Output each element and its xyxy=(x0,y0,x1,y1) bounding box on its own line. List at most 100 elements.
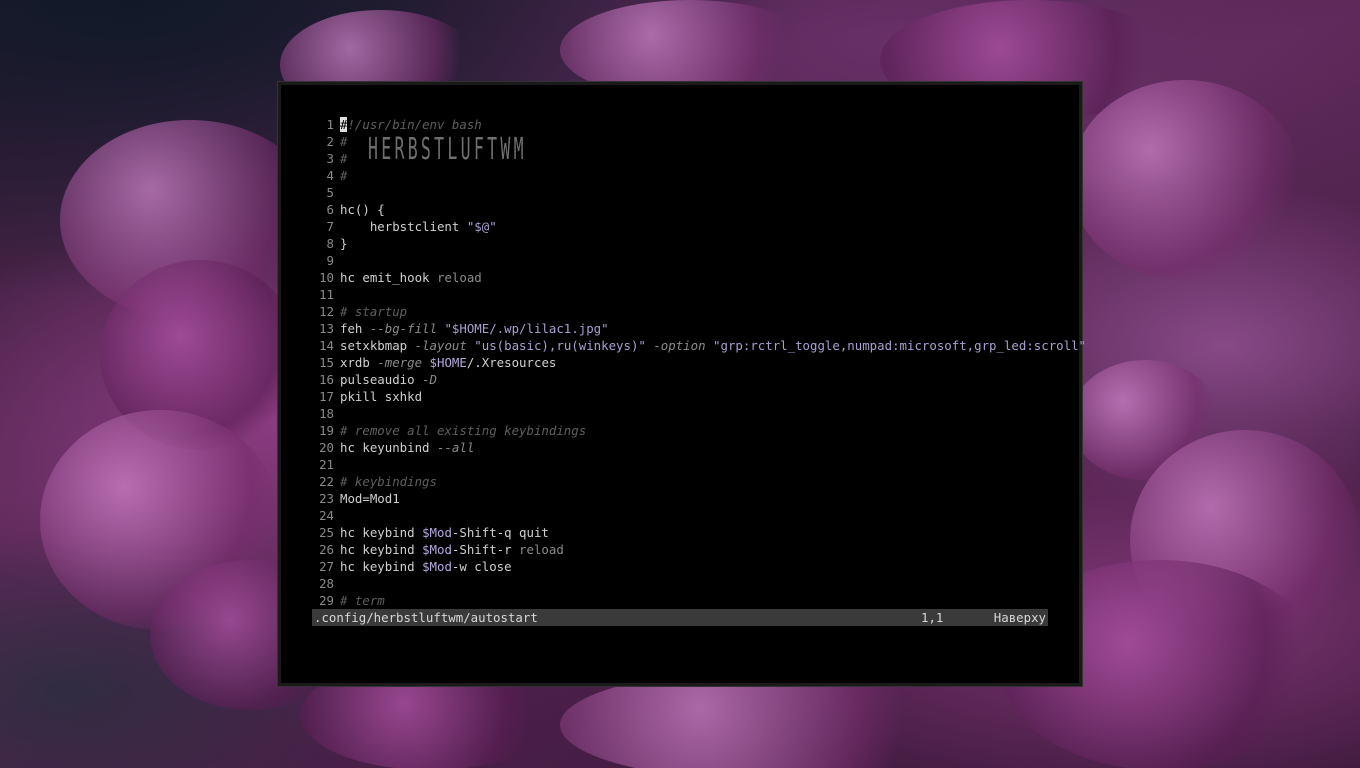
line-number: 4 xyxy=(326,168,334,183)
line-number: 1 xyxy=(326,117,334,132)
keyword: reload xyxy=(436,270,482,285)
variable: $Mod xyxy=(422,525,452,540)
code-line: 17 pkill sxhkd xyxy=(312,388,1048,405)
shebang: !/usr/bin/env bash xyxy=(347,117,482,132)
terminal-window[interactable]: 1 #!/usr/bin/env bash 2 # 3 # HERBSTLUFTWM 4… xyxy=(278,82,1086,686)
code-text: hc emit_hook xyxy=(340,270,437,285)
comment: # remove all existing keybindings xyxy=(340,423,587,438)
code-line: 22 # keybindings xyxy=(312,473,1048,490)
code-text: -Shift-q quit xyxy=(451,525,549,540)
code-line: 1 #!/usr/bin/env bash xyxy=(312,116,1048,133)
code-line: 28 xyxy=(312,575,1048,592)
wallpaper-flower xyxy=(1070,80,1300,280)
code-line: 13 feh --bg-fill "$HOME/.wp/lilac1.jpg" xyxy=(312,320,1048,337)
code-text: /.Xresources xyxy=(466,355,557,370)
line-number: 13 xyxy=(319,321,334,336)
status-cursor-position: 1,1 xyxy=(921,610,944,625)
line-number: 10 xyxy=(319,270,334,285)
line-number: 24 xyxy=(319,508,334,523)
option-flag: --bg-fill xyxy=(369,321,445,336)
code-text: setxkbmap xyxy=(340,338,415,353)
code-line: 8} xyxy=(312,235,1048,252)
code-line: 21 xyxy=(312,456,1048,473)
status-scroll-position: Наверху xyxy=(993,610,1046,625)
variable: $Mod xyxy=(422,542,452,557)
code-line: 15 xrdb -merge $HOME/.Xresources xyxy=(312,354,1048,371)
string-literal: "us(basic),ru(winkeys)" xyxy=(474,338,654,353)
code-line: 12 # startup xyxy=(312,303,1048,320)
line-number: 18 xyxy=(319,406,334,421)
option-flag: -merge xyxy=(377,355,430,370)
string-literal: "$HOME/.wp/lilac1.jpg" xyxy=(444,321,609,336)
option-flag: -option xyxy=(653,338,714,353)
code-text: Mod=Mod1 xyxy=(340,491,400,506)
code-line: 3 # HERBSTLUFTWM xyxy=(312,135,1048,167)
string-literal: "grp:rctrl_toggle,numpad:microsoft,grp_l… xyxy=(713,338,1087,353)
code-line: 25 hc keybind $Mod-Shift-q quit xyxy=(312,524,1048,541)
code-line: 23 Mod=Mod1 xyxy=(312,490,1048,507)
line-number: 29 xyxy=(319,593,334,608)
code-text: -Shift-r xyxy=(451,542,520,557)
code-text: xrdb xyxy=(340,355,378,370)
option-flag: --all xyxy=(436,440,475,455)
line-number: 3 xyxy=(326,151,334,166)
vim-editor-buffer[interactable]: 1 #!/usr/bin/env bash 2 # 3 # HERBSTLUFTWM 4… xyxy=(312,116,1086,609)
line-number: 12 xyxy=(319,304,334,319)
option-flag: -layout xyxy=(414,338,475,353)
code-line: 11 xyxy=(312,286,1048,303)
line-number: 23 xyxy=(319,491,334,506)
code-line: 29 # term xyxy=(312,592,1048,609)
code-text: hc() { xyxy=(340,202,385,217)
line-number: 19 xyxy=(319,423,334,438)
code-line: 9 xyxy=(312,252,1048,269)
comment: # keybindings xyxy=(340,474,437,489)
code-line: 26 hc keybind $Mod-Shift-r reload xyxy=(312,541,1048,558)
line-number: 9 xyxy=(326,253,334,268)
code-text: pkill sxhkd xyxy=(340,389,423,404)
variable: $Mod xyxy=(422,559,452,574)
comment: # xyxy=(340,168,348,183)
line-number: 7 xyxy=(326,219,334,234)
line-number: 2 xyxy=(326,134,334,149)
code-text: hc keybind xyxy=(340,559,423,574)
line-number: 17 xyxy=(319,389,334,404)
code-line: 10 hc emit_hook reload xyxy=(312,269,1048,286)
code-line: 18 xyxy=(312,405,1048,422)
code-text: hc keybind xyxy=(340,525,423,540)
code-line: 4 # xyxy=(312,167,1048,184)
code-text: } xyxy=(340,236,348,251)
line-number: 26 xyxy=(319,542,334,557)
code-line: 7 herbstclient "$@" xyxy=(312,218,1048,235)
line-number: 15 xyxy=(319,355,334,370)
status-file-path: .config/herbstluftwm/autostart xyxy=(314,610,538,625)
code-text: feh xyxy=(340,321,370,336)
code-text: hc keybind xyxy=(340,542,423,557)
code-line: 19 # remove all existing keybindings xyxy=(312,422,1048,439)
variable: $HOME xyxy=(429,355,467,370)
comment: # startup xyxy=(340,304,408,319)
string-literal: "$@" xyxy=(466,219,497,234)
line-number: 20 xyxy=(319,440,334,455)
line-number: 22 xyxy=(319,474,334,489)
code-line: 14 setxkbmap -layout "us(basic),ru(winkey… xyxy=(312,337,1086,354)
keyword: reload xyxy=(519,542,564,557)
code-line: 24 xyxy=(312,507,1048,524)
line-number: 5 xyxy=(326,185,334,200)
ascii-art-banner: HERBSTLUFTWM xyxy=(368,132,527,167)
option-flag: -D xyxy=(422,372,437,387)
line-number: 21 xyxy=(319,457,334,472)
line-number: 27 xyxy=(319,559,334,574)
line-number: 25 xyxy=(319,525,334,540)
code-text: pulseaudio xyxy=(340,372,423,387)
code-line: 20 hc keyunbind --all xyxy=(312,439,1048,456)
line-number: 6 xyxy=(326,202,334,217)
line-number: 11 xyxy=(319,287,334,302)
code-line: 27 hc keybind $Mod-w close xyxy=(312,558,1048,575)
code-line: 16 pulseaudio -D xyxy=(312,371,1048,388)
code-text: -w close xyxy=(451,559,512,574)
vim-statusline: .config/herbstluftwm/autostart 1,1 Навер… xyxy=(312,609,1048,626)
line-number: 28 xyxy=(319,576,334,591)
code-line: 5 xyxy=(312,184,1048,201)
comment: # term xyxy=(340,593,385,608)
line-number: 8 xyxy=(326,236,334,251)
